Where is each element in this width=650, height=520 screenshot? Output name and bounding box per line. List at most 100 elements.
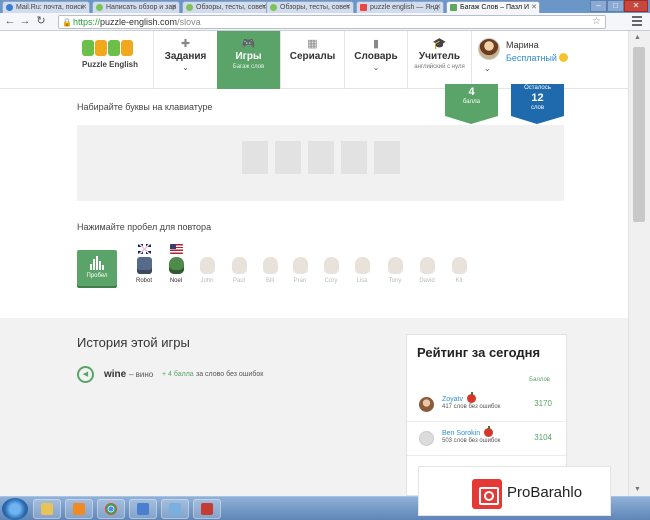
reload-icon[interactable]: ↻ <box>35 15 47 28</box>
url-field[interactable]: 🔒 https://puzzle-english.com/slova ☆ <box>58 15 606 29</box>
chrome-icon <box>105 503 117 515</box>
site-icon <box>96 4 103 11</box>
tab-title: Обзоры, тесты, совет <box>280 4 350 11</box>
voice-name: Pran <box>293 278 307 284</box>
user-menu[interactable]: Марина Бесплатный ⌄ <box>471 31 628 89</box>
remaining-label: слов <box>530 105 545 111</box>
tab-close-icon[interactable]: ✕ <box>531 2 537 13</box>
us-flag-icon <box>169 244 183 254</box>
noel-avatar-icon <box>168 257 184 274</box>
browser-menu-icon[interactable] <box>632 16 642 26</box>
letter-slot <box>242 141 268 174</box>
rating-row: Ben Sorokin 503 слов без ошибок 3104 <box>407 422 568 456</box>
voice-noel[interactable]: Noel <box>162 244 190 284</box>
pran-avatar-icon <box>292 257 308 274</box>
nav-igry[interactable]: 🎮 Игры Багаж слов <box>217 31 280 89</box>
avatar[interactable] <box>419 397 434 412</box>
chevron-down-icon[interactable]: ⌄ <box>484 64 491 73</box>
rating-user-name: Ben Sorokin <box>442 430 481 437</box>
audio-icon <box>137 503 149 515</box>
history-word: wine <box>104 369 127 380</box>
taskbar-app[interactable] <box>193 499 221 519</box>
url-host: puzzle-english.com <box>100 17 178 27</box>
voice-pran[interactable]: Pran <box>286 244 314 284</box>
instruction-type: Набирайте буквы на клавиатуре <box>77 102 213 112</box>
points-value: 4 <box>468 86 475 98</box>
browser-tab-active[interactable]: Багаж Слов – Пазл И ✕ <box>446 1 540 13</box>
remaining-top-label: Осталось <box>524 85 551 91</box>
scroll-down-icon[interactable]: ▼ <box>634 486 641 493</box>
voice-david[interactable]: David <box>413 244 441 284</box>
chevron-down-icon: ⌄ <box>182 63 189 72</box>
graduation-cap-icon: 🎓 <box>432 38 447 50</box>
url-path: /slova <box>177 17 201 27</box>
logo-puzzle-pieces <box>82 38 142 58</box>
voice-name: Tony <box>388 278 402 284</box>
nav-label: Задания <box>164 51 207 62</box>
points-label: балла <box>463 99 480 105</box>
rating-user-link[interactable]: Ben Sorokin <box>442 426 494 437</box>
rating-user-link[interactable]: Zoyatv <box>442 392 477 403</box>
browser-tab[interactable]: Написать обзор и зар ✕ <box>92 1 180 13</box>
paul-avatar-icon <box>231 257 247 274</box>
vertical-scrollbar[interactable]: ▲ ▼ <box>628 31 650 496</box>
browser-tab[interactable]: Обзоры, тесты, совет ✕ <box>182 1 270 13</box>
tab-close-icon[interactable]: ✕ <box>81 2 87 13</box>
voice-tony[interactable]: Tony <box>381 244 409 284</box>
bookmark-star-icon[interactable]: ☆ <box>592 16 601 28</box>
url-scheme: https:// <box>73 17 101 27</box>
browser-tab[interactable]: puzzle english — Янд ✕ <box>356 1 444 13</box>
rating-user-summary: 417 слов без ошибок <box>442 404 501 410</box>
speaker-icon[interactable]: ◀ <box>77 366 94 383</box>
browser-tab[interactable]: Обзоры, тесты, совет ✕ <box>266 1 354 13</box>
nav-zadaniya[interactable]: ✚ Задания ⌄ <box>153 31 217 89</box>
points-column-header: Баллов <box>529 377 550 383</box>
voice-kit[interactable]: Kit <box>445 244 473 284</box>
nav-serialy[interactable]: ▦ Сериалы <box>280 31 344 89</box>
avatar[interactable] <box>419 431 434 446</box>
letters-panel[interactable] <box>77 125 564 201</box>
voice-cory[interactable]: Cory <box>317 244 345 284</box>
nav-slovar[interactable]: ▮ Словарь ⌄ <box>344 31 407 89</box>
game-area: Набирайте буквы на клавиатуре 4 балла Ос… <box>0 84 628 318</box>
back-icon[interactable]: ← <box>4 15 16 28</box>
scroll-thumb[interactable] <box>633 47 645 222</box>
voice-name: Noel <box>169 278 183 284</box>
voice-paul[interactable]: Paul <box>225 244 253 284</box>
start-button[interactable] <box>2 498 28 520</box>
scroll-up-icon[interactable]: ▲ <box>634 34 641 41</box>
tab-title: Mail.Ru: почта, поиск <box>16 4 84 11</box>
maximize-button[interactable]: □ <box>607 0 624 12</box>
taskbar-explorer[interactable] <box>33 499 61 519</box>
john-avatar-icon <box>199 257 215 274</box>
sound-bars-icon <box>77 256 117 270</box>
tab-close-icon[interactable]: ✕ <box>435 2 441 13</box>
taskbar-audio[interactable] <box>129 499 157 519</box>
taskbar-media[interactable] <box>65 499 93 519</box>
minimize-button[interactable]: – <box>590 0 607 12</box>
voice-john[interactable]: John <box>193 244 221 284</box>
tab-close-icon[interactable]: ✕ <box>345 2 351 13</box>
voice-lisa[interactable]: Lisa <box>348 244 376 284</box>
tab-close-icon[interactable]: ✕ <box>171 2 177 13</box>
user-name: Марина <box>506 40 539 50</box>
browser-tab[interactable]: Mail.Ru: почта, поиск ✕ <box>2 1 90 13</box>
replay-space-button[interactable]: Пробел <box>77 250 117 286</box>
history-translation: – вино <box>129 370 154 379</box>
forward-icon[interactable]: → <box>19 15 31 28</box>
voice-bill[interactable]: Bill <box>256 244 284 284</box>
voice-name: Bill <box>265 278 274 284</box>
puzzle-english-logo[interactable]: Puzzle English <box>82 38 142 69</box>
app-icon <box>201 503 213 515</box>
close-window-button[interactable]: ✕ <box>624 0 648 12</box>
taskbar-chrome[interactable] <box>97 499 125 519</box>
folder-icon <box>41 503 53 515</box>
nav-uchitel[interactable]: 🎓 Учитель английский с нуля <box>407 31 471 89</box>
avatar <box>478 38 500 60</box>
letter-slot <box>374 141 400 174</box>
voice-robot[interactable]: Robot <box>130 244 158 284</box>
nav-label: Игры <box>235 51 262 62</box>
user-plan[interactable]: Бесплатный <box>506 53 568 63</box>
taskbar-paint[interactable] <box>161 499 189 519</box>
instruction-repeat: Нажимайте пробел для повтора <box>77 222 212 232</box>
